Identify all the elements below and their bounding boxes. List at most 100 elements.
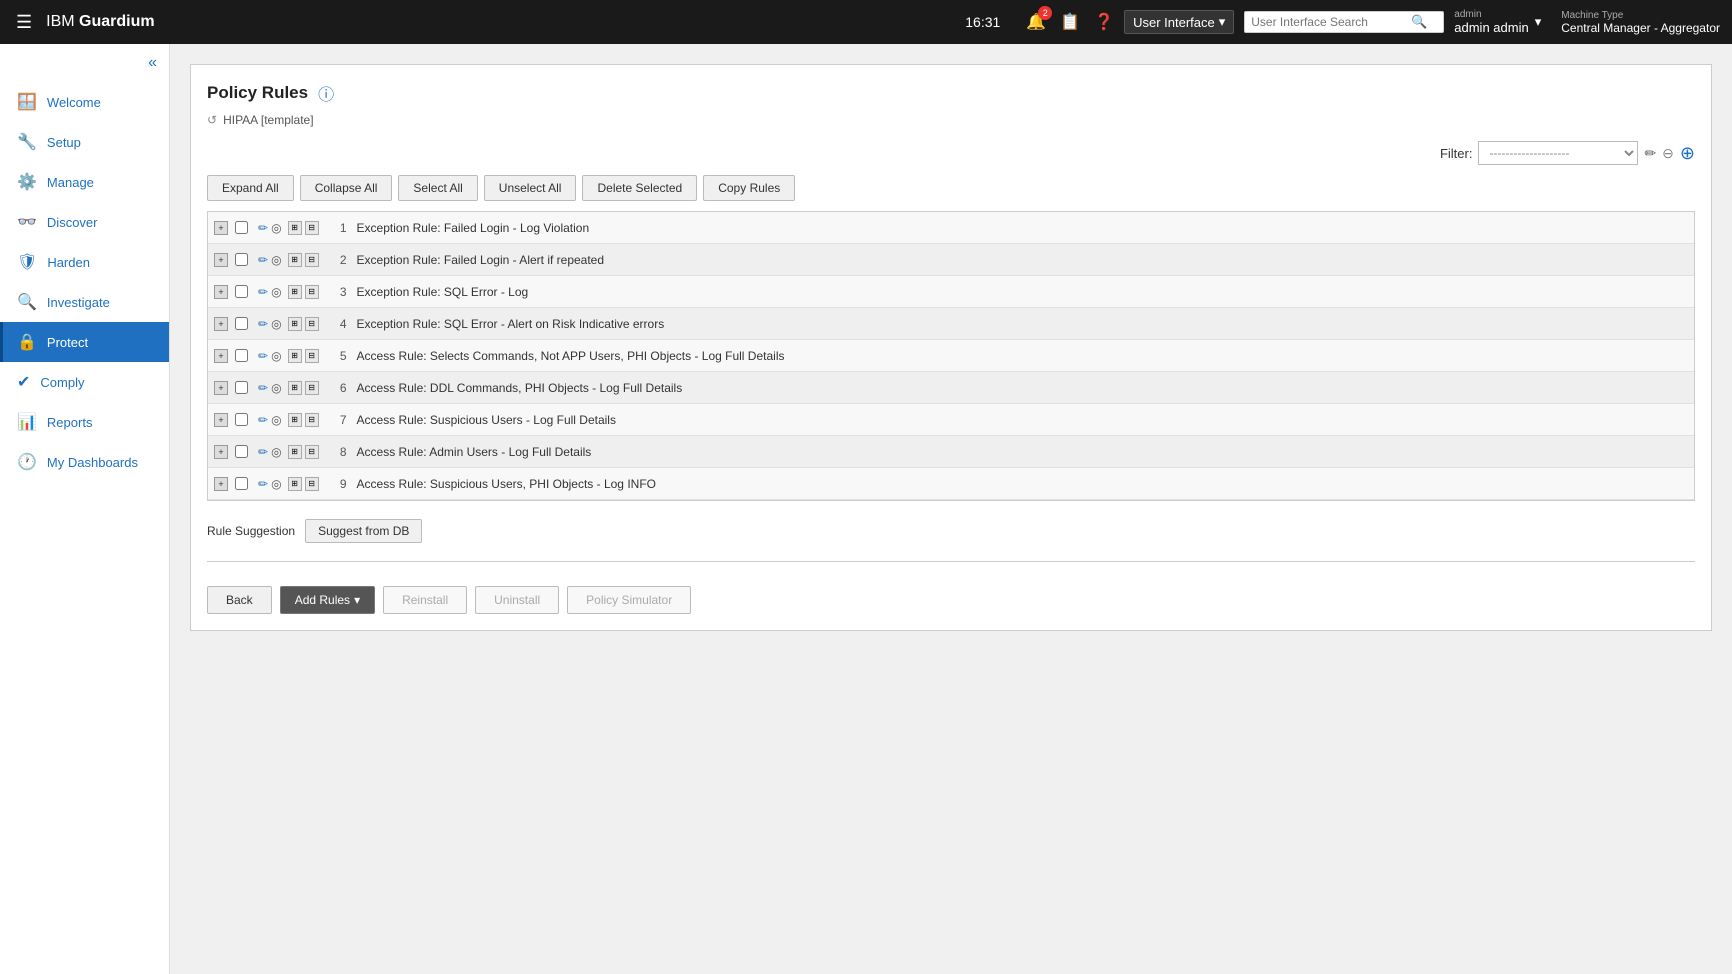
add-rules-button[interactable]: Add Rules ▾ [280, 586, 375, 614]
policy-simulator-button[interactable]: Policy Simulator [567, 586, 691, 614]
suggest-from-db-button[interactable]: Suggest from DB [305, 519, 422, 543]
rule-move-icon[interactable]: ⊟ [305, 253, 319, 267]
rule-edit-icon[interactable]: ✏ [258, 381, 268, 395]
rule-move-icon[interactable]: ⊟ [305, 413, 319, 427]
tasks-icon[interactable]: 📋 [1060, 12, 1080, 32]
rule-move-icon[interactable]: ⊟ [305, 221, 319, 235]
sidebar-toggle[interactable]: « [0, 44, 169, 82]
rule-copy-icon[interactable]: ⊞ [288, 349, 302, 363]
rule-edit-icon[interactable]: ✏ [258, 445, 268, 459]
rule-move-icon[interactable]: ⊟ [305, 477, 319, 491]
rule-expand-btn[interactable]: + [214, 285, 228, 299]
rule-move-icon[interactable]: ⊟ [305, 445, 319, 459]
rule-checkbox[interactable] [235, 317, 248, 330]
hamburger-icon[interactable]: ☰ [12, 8, 36, 37]
rule-expand-btn[interactable]: + [214, 477, 228, 491]
search-input[interactable] [1251, 15, 1411, 29]
rule-copy-icon[interactable]: ⊞ [288, 253, 302, 267]
rule-copy-icon[interactable]: ⊞ [288, 413, 302, 427]
filter-add-icon[interactable]: ⊕ [1680, 143, 1695, 164]
rule-checkbox[interactable] [235, 349, 248, 362]
user-area[interactable]: admin admin admin ▾ [1454, 9, 1541, 35]
rule-search-icon[interactable]: ◎ [271, 317, 281, 331]
rule-copy-icon[interactable]: ⊞ [288, 317, 302, 331]
rule-checkbox[interactable] [235, 381, 248, 394]
rule-edit-icon[interactable]: ✏ [258, 413, 268, 427]
rule-checkbox[interactable] [235, 253, 248, 266]
rule-search-icon[interactable]: ◎ [271, 221, 281, 235]
rule-edit-icon[interactable]: ✏ [258, 477, 268, 491]
select-all-button[interactable]: Select All [398, 175, 477, 201]
reinstall-button[interactable]: Reinstall [383, 586, 467, 614]
help-icon[interactable]: ❓ [1094, 12, 1114, 32]
uninstall-button[interactable]: Uninstall [475, 586, 559, 614]
sidebar-item-welcome[interactable]: 🪟 Welcome [0, 82, 169, 122]
rule-search-icon[interactable]: ◎ [271, 285, 281, 299]
collapse-all-button[interactable]: Collapse All [300, 175, 393, 201]
rule-search-icon[interactable]: ◎ [271, 381, 281, 395]
rule-expand-btn[interactable]: + [214, 445, 228, 459]
sidebar-item-reports[interactable]: 📊 Reports [0, 402, 169, 442]
filter-remove-icon[interactable]: ⊖ [1662, 145, 1674, 162]
template-row: ↺ HIPAA [template] [207, 113, 1695, 127]
back-button[interactable]: Back [207, 586, 272, 614]
rule-move-icon[interactable]: ⊟ [305, 317, 319, 331]
bell-icon[interactable]: 🔔 2 [1026, 12, 1046, 32]
rule-move-icon[interactable]: ⊟ [305, 381, 319, 395]
rule-search-icon[interactable]: ◎ [271, 413, 281, 427]
rule-checkbox[interactable] [235, 445, 248, 458]
rule-copy-icon[interactable]: ⊞ [288, 381, 302, 395]
sidebar-item-setup[interactable]: 🔧 Setup [0, 122, 169, 162]
rule-search-icon[interactable]: ◎ [271, 445, 281, 459]
sidebar-item-investigate[interactable]: 🔍 Investigate [0, 282, 169, 322]
protect-label: Protect [47, 335, 88, 350]
rule-copy-icon[interactable]: ⊞ [288, 221, 302, 235]
rule-copy-icon[interactable]: ⊞ [288, 285, 302, 299]
search-icon[interactable]: 🔍 [1411, 14, 1427, 30]
rule-checkbox[interactable] [235, 413, 248, 426]
rule-checkbox[interactable] [235, 477, 248, 490]
sidebar-item-protect[interactable]: 🔒 Protect [0, 322, 169, 362]
sidebar-item-harden[interactable]: 🛡 Harden [0, 242, 169, 282]
sidebar-item-manage[interactable]: ⚙️ Manage [0, 162, 169, 202]
rule-number: 8 [327, 445, 347, 459]
table-row: + ✏ ◎ ⊞ ⊟ 4 Exception Rule: SQL Error - … [208, 308, 1694, 340]
copy-rules-button[interactable]: Copy Rules [703, 175, 795, 201]
rule-edit-icon[interactable]: ✏ [258, 317, 268, 331]
ui-selector-dropdown[interactable]: User Interface ▾ [1124, 10, 1234, 34]
sidebar-item-comply[interactable]: ✔ Comply [0, 362, 169, 402]
discover-label: Discover [47, 215, 98, 230]
table-row: + ✏ ◎ ⊞ ⊟ 5 Access Rule: Selects Command… [208, 340, 1694, 372]
rule-checkbox[interactable] [235, 285, 248, 298]
rule-move-icon[interactable]: ⊟ [305, 349, 319, 363]
rule-copy-icon[interactable]: ⊞ [288, 477, 302, 491]
rule-copy-icon[interactable]: ⊞ [288, 445, 302, 459]
rule-search-icon[interactable]: ◎ [271, 349, 281, 363]
expand-all-button[interactable]: Expand All [207, 175, 294, 201]
rule-expand-btn[interactable]: + [214, 317, 228, 331]
rule-expand-btn[interactable]: + [214, 221, 228, 235]
rule-edit-icon[interactable]: ✏ [258, 285, 268, 299]
rule-edit-icon[interactable]: ✏ [258, 253, 268, 267]
rule-expand-btn[interactable]: + [214, 381, 228, 395]
rule-expand-btn[interactable]: + [214, 413, 228, 427]
rule-text: Exception Rule: Failed Login - Log Viola… [357, 221, 1688, 235]
collapse-icon[interactable]: « [148, 54, 157, 72]
user-role-label: admin [1454, 9, 1528, 20]
rule-expand-btn[interactable]: + [214, 349, 228, 363]
rule-edit-icon[interactable]: ✏ [258, 349, 268, 363]
sidebar-item-dashboards[interactable]: 🕐 My Dashboards [0, 442, 169, 482]
rule-edit-icon[interactable]: ✏ [258, 221, 268, 235]
policy-help-icon[interactable]: ⓘ [318, 81, 334, 105]
rule-checkbox[interactable] [235, 221, 248, 234]
filter-select[interactable]: -------------------- [1478, 141, 1638, 165]
rule-search-icon[interactable]: ◎ [271, 253, 281, 267]
rule-expand-btn[interactable]: + [214, 253, 228, 267]
unselect-all-button[interactable]: Unselect All [484, 175, 577, 201]
rule-search-icon[interactable]: ◎ [271, 477, 281, 491]
delete-selected-button[interactable]: Delete Selected [582, 175, 697, 201]
rule-move-icon[interactable]: ⊟ [305, 285, 319, 299]
filter-edit-icon[interactable]: ✏ [1644, 145, 1656, 162]
rule-side-icons: ⊞ ⊟ [288, 413, 319, 427]
sidebar-item-discover[interactable]: 👓 Discover [0, 202, 169, 242]
